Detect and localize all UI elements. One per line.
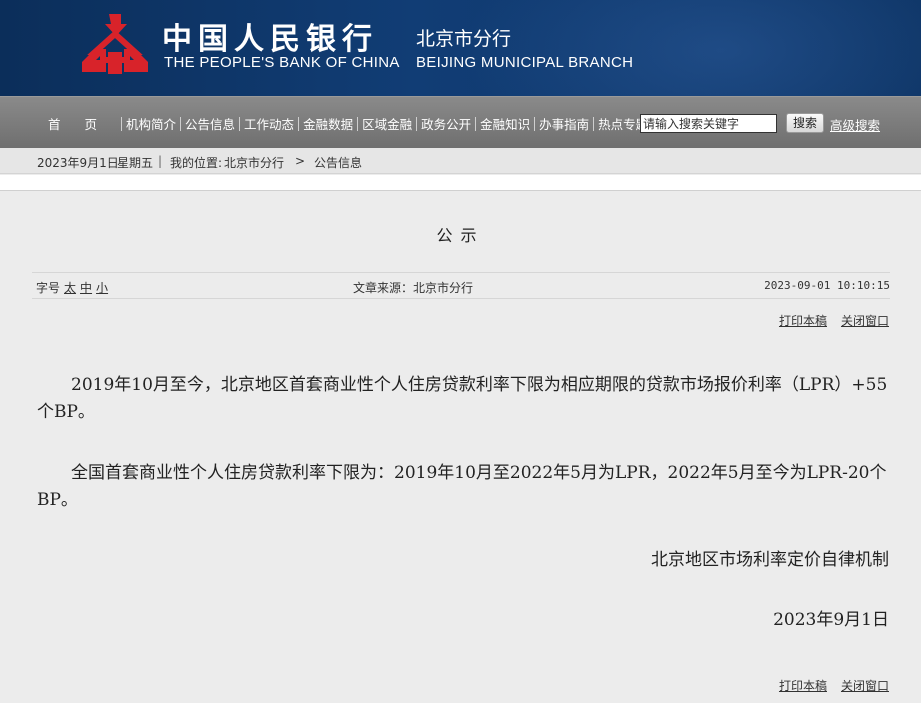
branch-name-en: BEIJING MUNICIPAL BRANCH — [416, 54, 634, 71]
font-size-controls: 字号太中小 — [36, 279, 108, 296]
nav-item-financial-data[interactable]: 金融数据 — [299, 114, 357, 133]
pboc-logo-icon[interactable] — [80, 12, 150, 76]
bank-name-en: THE PEOPLE'S BANK OF CHINA — [164, 54, 400, 71]
article-meta: 字号太中小 文章来源：北京市分行 2023-09-01 10:10:15 — [32, 272, 890, 299]
article-datetime: 2023-09-01 10:10:15 — [764, 279, 890, 292]
header-glow — [461, 0, 921, 96]
nav-item-service-guide[interactable]: 办事指南 — [535, 114, 593, 133]
current-date: 2023年9月1日 — [37, 156, 119, 170]
nav-item-work-news[interactable]: 工作动态 — [240, 114, 298, 133]
article-tools-top: 打印本稿 关闭窗口 — [765, 312, 889, 329]
article-title: 公示 — [436, 226, 485, 245]
nav-item-financial-knowledge[interactable]: 金融知识 — [476, 114, 534, 133]
current-weekday: 星期五 — [117, 156, 154, 170]
font-size-label: 字号 — [36, 281, 61, 295]
bank-name-cn: 中国人民银行 — [162, 22, 378, 57]
info-divider: | — [158, 154, 163, 168]
breadcrumb-beijing-branch[interactable]: 北京市分行 — [224, 154, 284, 171]
main-nav: 首页 机构简介 公告信息 工作动态 金融数据 区域金融 政务公开 金融知识 办事… — [0, 96, 921, 148]
close-window-link[interactable]: 关闭窗口 — [841, 314, 889, 328]
branch-name-cn: 北京市分行 — [416, 28, 512, 50]
site-header: 中国人民银行 THE PEOPLE'S BANK OF CHINA 北京市分行 … — [0, 0, 921, 96]
print-link[interactable]: 打印本稿 — [779, 679, 827, 693]
print-link[interactable]: 打印本稿 — [779, 314, 827, 328]
nav-item-regional-finance[interactable]: 区域金融 — [358, 114, 416, 133]
font-size-large[interactable]: 太 — [64, 281, 76, 295]
breadcrumb-label: 我的位置: — [170, 156, 223, 170]
close-window-link[interactable]: 关闭窗口 — [841, 679, 889, 693]
article-paragraph-2: 全国首套商业性个人住房贷款利率下限为：2019年10月至2022年5月为LPR，… — [37, 463, 887, 510]
breadcrumb-announcements[interactable]: 公告信息 — [314, 154, 362, 171]
font-size-small[interactable]: 小 — [96, 281, 108, 295]
white-strip — [0, 175, 921, 191]
article-sign-date: 2023年9月1日 — [773, 610, 889, 630]
nav-items: 首页 机构简介 公告信息 工作动态 金融数据 区域金融 政务公开 金融知识 办事… — [44, 114, 654, 133]
font-size-medium[interactable]: 中 — [80, 281, 92, 295]
nav-item-home[interactable]: 首页 — [44, 114, 121, 133]
info-bar: 2023年9月1日 星期五 | 我的位置: 北京市分行 > 公告信息 — [0, 148, 921, 174]
article-signature: 北京地区市场利率定价自律机制 — [651, 550, 889, 570]
search-button[interactable]: 搜索 — [786, 113, 824, 133]
nav-item-government-affairs[interactable]: 政务公开 — [417, 114, 475, 133]
breadcrumb-arrow-icon: > — [295, 154, 306, 168]
nav-item-announcements[interactable]: 公告信息 — [181, 114, 239, 133]
article-tools-bottom: 打印本稿 关闭窗口 — [765, 677, 889, 694]
advanced-search-link[interactable]: 高级搜索 — [830, 115, 880, 134]
article-paragraph-1: 2019年10月至今，北京地区首套商业性个人住房贷款利率下限为相应期限的贷款市场… — [37, 375, 888, 422]
article-source: 文章来源：北京市分行 — [353, 281, 474, 295]
nav-item-about[interactable]: 机构简介 — [122, 114, 180, 133]
search-input[interactable] — [640, 114, 777, 133]
